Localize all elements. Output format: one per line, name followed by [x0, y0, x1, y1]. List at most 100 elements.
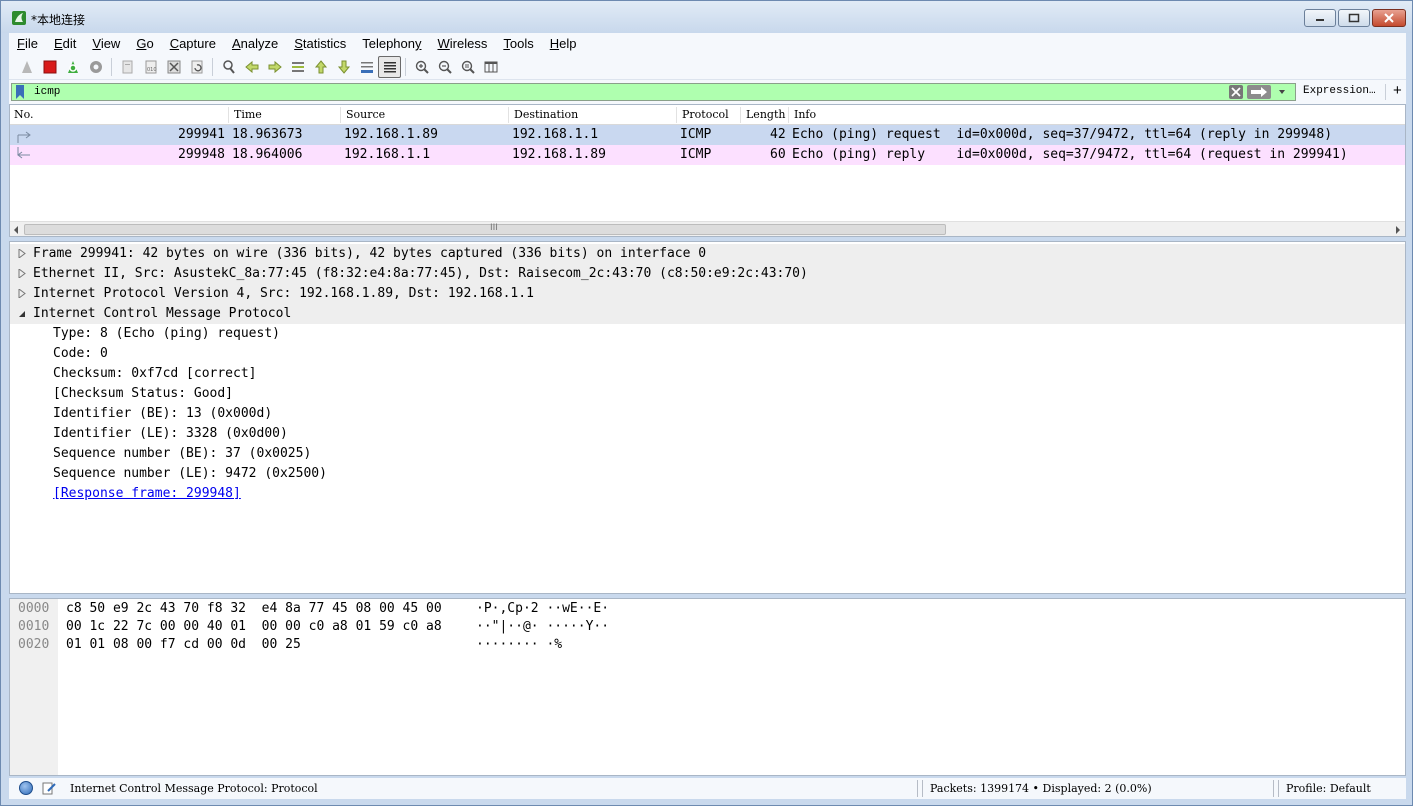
normal-size-button[interactable]	[456, 56, 479, 78]
normal-size-icon	[461, 60, 475, 74]
close-icon	[1384, 13, 1394, 23]
menu-capture[interactable]: Capture	[162, 36, 224, 51]
zoom-in-button[interactable]	[410, 56, 433, 78]
menu-tools[interactable]: Tools	[495, 36, 541, 51]
main-toolbar: 010	[9, 54, 1406, 80]
column-no[interactable]: No.	[14, 108, 34, 121]
go-to-packet-icon	[291, 61, 304, 72]
zoom-out-icon	[438, 60, 452, 74]
icmp-field[interactable]: Identifier (BE): 13 (0x000d)	[10, 404, 1405, 424]
icmp-field[interactable]: Code: 0	[10, 344, 1405, 364]
icmp-field[interactable]: Checksum: 0xf7cd [correct]	[10, 364, 1405, 384]
stop-capture-button[interactable]	[38, 56, 61, 78]
scrollbar-thumb[interactable]: III	[24, 223, 946, 235]
bytes-row[interactable]: 0010 00 1c 22 7c 00 00 40 01 00 00 c0 a8…	[10, 619, 609, 637]
autoscroll-icon	[360, 61, 373, 73]
icmp-field[interactable]: Type: 8 (Echo (ping) request)	[10, 324, 1405, 344]
zoom-out-button[interactable]	[433, 56, 456, 78]
reload-icon	[191, 60, 202, 73]
column-protocol[interactable]: Protocol	[682, 108, 729, 121]
close-file-button[interactable]	[162, 56, 185, 78]
go-to-packet-button[interactable]	[286, 56, 309, 78]
menu-go[interactable]: Go	[128, 36, 161, 51]
packet-list-header: No. Time Source Destination Protocol Len…	[10, 105, 1405, 125]
bytes-row[interactable]: 0020 01 01 08 00 f7 cd 00 0d 00 25 ·····…	[10, 637, 562, 655]
save-file-button[interactable]: 010	[139, 56, 162, 78]
packet-list-scrollbar[interactable]: III	[10, 221, 1405, 236]
icmp-field[interactable]: Sequence number (BE): 37 (0x0025)	[10, 444, 1405, 464]
expert-info-icon[interactable]	[19, 781, 33, 795]
restart-capture-button[interactable]	[61, 56, 84, 78]
chevron-down-icon[interactable]	[1276, 86, 1288, 98]
expand-arrow-icon[interactable]	[18, 269, 26, 278]
icmp-field[interactable]: Identifier (LE): 3328 (0x0d00)	[10, 424, 1405, 444]
icmp-field[interactable]: Sequence number (LE): 9472 (0x2500)	[10, 464, 1405, 484]
menu-view[interactable]: View	[84, 36, 128, 51]
wireshark-window: *本地连接 File Edit View Go Capture Analyze …	[0, 0, 1413, 806]
go-last-button[interactable]	[332, 56, 355, 78]
add-filter-button[interactable]: +	[1393, 82, 1402, 99]
packet-list: No. Time Source Destination Protocol Len…	[9, 104, 1406, 237]
icmp-field[interactable]: [Checksum Status: Good]	[10, 384, 1405, 404]
resize-columns-icon	[484, 61, 497, 72]
start-capture-button[interactable]	[15, 56, 38, 78]
menu-edit[interactable]: Edit	[46, 36, 84, 51]
go-first-button[interactable]	[309, 56, 332, 78]
menu-file[interactable]: File	[9, 36, 46, 51]
scroll-right-icon[interactable]	[1395, 226, 1401, 234]
menu-wireless[interactable]: Wireless	[430, 36, 496, 51]
column-length[interactable]: Length	[746, 108, 785, 121]
go-back-icon	[244, 60, 258, 73]
reload-button[interactable]	[185, 56, 208, 78]
collapse-arrow-icon[interactable]	[18, 309, 26, 318]
arrow-right-icon	[1251, 87, 1267, 97]
response-frame-link[interactable]: [Response frame: 299948]	[10, 484, 1405, 504]
find-packet-button[interactable]	[217, 56, 240, 78]
start-capture-icon	[21, 60, 32, 73]
bytes-row[interactable]: 0000 c8 50 e9 2c 43 70 f8 32 e4 8a 77 45…	[10, 601, 609, 619]
scroll-left-icon[interactable]	[13, 226, 19, 234]
capture-comment-icon[interactable]	[42, 781, 56, 795]
maximize-button[interactable]	[1338, 9, 1370, 27]
column-source[interactable]: Source	[346, 108, 385, 121]
packet-row[interactable]: 299941 18.963673 192.168.1.89 192.168.1.…	[10, 125, 1405, 145]
go-forward-icon	[268, 60, 282, 73]
clear-filter-button[interactable]	[1229, 85, 1243, 99]
apply-filter-button[interactable]	[1247, 85, 1271, 99]
go-forward-button[interactable]	[263, 56, 286, 78]
autoscroll-button[interactable]	[355, 56, 378, 78]
profile-label[interactable]: Profile: Default	[1286, 782, 1371, 795]
tree-item-icmp[interactable]: Internet Control Message Protocol	[10, 304, 1405, 324]
tree-item-ipv4[interactable]: Internet Protocol Version 4, Src: 192.16…	[10, 284, 1405, 304]
svg-text:010: 010	[147, 67, 157, 73]
expression-button[interactable]: Expression…	[1303, 85, 1376, 97]
column-time[interactable]: Time	[234, 108, 262, 121]
colorize-button[interactable]	[378, 55, 401, 78]
menu-statistics[interactable]: Statistics	[286, 36, 354, 51]
menu-help[interactable]: Help	[542, 36, 585, 51]
reply-arrow-icon	[17, 147, 30, 159]
display-filter-field[interactable]	[11, 83, 1296, 101]
resize-columns-button[interactable]	[479, 56, 502, 78]
expand-arrow-icon[interactable]	[18, 289, 26, 298]
packet-row[interactable]: 299948 18.964006 192.168.1.1 192.168.1.8…	[10, 145, 1405, 165]
go-back-button[interactable]	[240, 56, 263, 78]
menu-telephony[interactable]: Telephony	[354, 36, 429, 51]
restart-capture-icon	[67, 60, 78, 73]
column-info[interactable]: Info	[794, 108, 816, 121]
go-last-icon	[337, 60, 350, 74]
bookmark-icon[interactable]	[14, 85, 26, 99]
packet-bytes: 0000 c8 50 e9 2c 43 70 f8 32 e4 8a 77 45…	[9, 598, 1406, 776]
close-window-button[interactable]	[1372, 9, 1406, 27]
display-filter-bar: Expression… +	[9, 80, 1406, 104]
tree-item-frame[interactable]: Frame 299941: 42 bytes on wire (336 bits…	[10, 244, 1405, 264]
tree-item-ethernet[interactable]: Ethernet II, Src: AsustekC_8a:77:45 (f8:…	[10, 264, 1405, 284]
display-filter-input[interactable]	[34, 85, 1214, 99]
column-destination[interactable]: Destination	[514, 108, 578, 121]
open-file-button[interactable]	[116, 56, 139, 78]
open-file-icon	[122, 60, 132, 73]
minimize-button[interactable]	[1304, 9, 1336, 27]
capture-options-button[interactable]	[84, 56, 107, 78]
menu-analyze[interactable]: Analyze	[224, 36, 286, 51]
expand-arrow-icon[interactable]	[18, 249, 26, 258]
